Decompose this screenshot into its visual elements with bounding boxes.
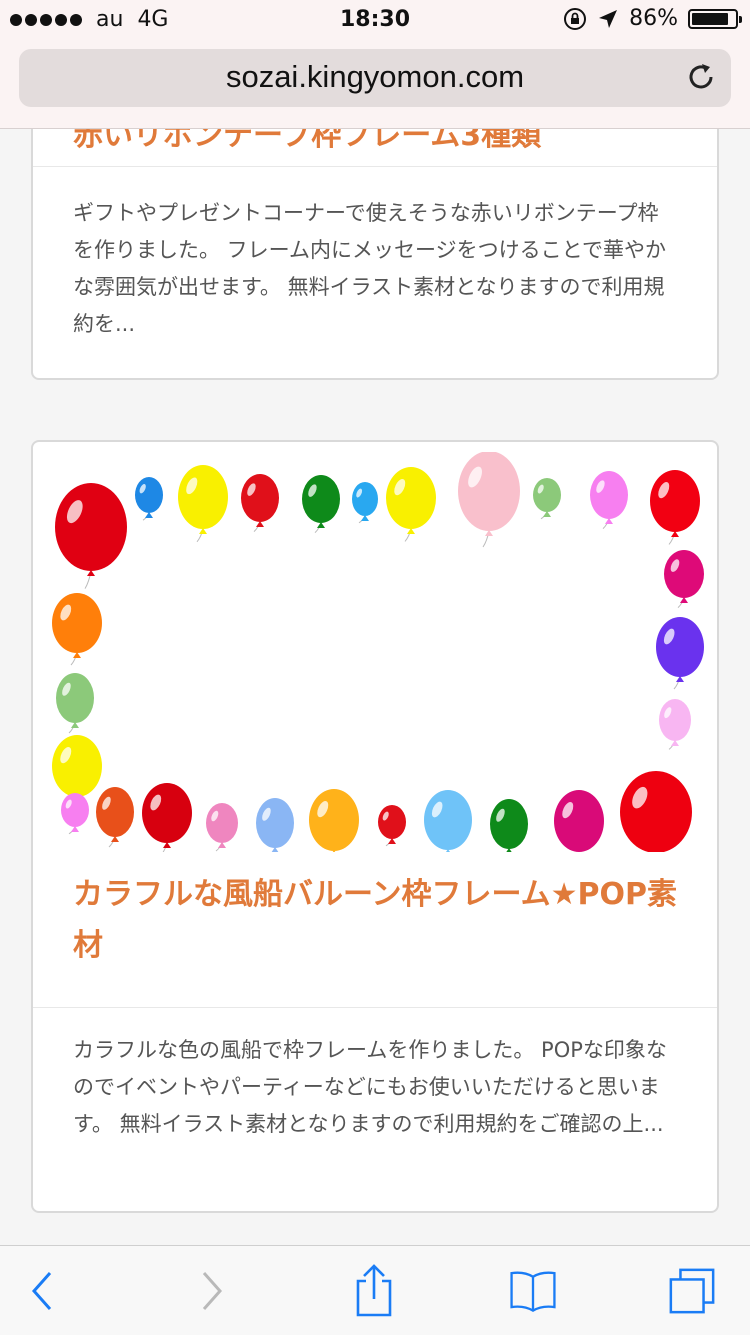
balloon	[378, 805, 406, 847]
battery-icon	[688, 8, 742, 29]
address-bar[interactable]: sozai.kingyomon.com	[19, 49, 731, 107]
balloon	[302, 475, 340, 533]
article-title[interactable]: 赤いリボンテープ枠フレーム3種類	[33, 129, 717, 166]
balloon	[659, 699, 691, 750]
balloon	[386, 467, 436, 542]
balloon	[490, 799, 528, 852]
share-button[interactable]	[349, 1264, 399, 1317]
status-bar: au 4G 18:30 86%	[0, 0, 750, 40]
bookmarks-button[interactable]	[508, 1266, 558, 1316]
balloon	[178, 465, 228, 543]
balloon	[56, 673, 94, 734]
balloon	[241, 474, 279, 532]
balloon	[533, 478, 561, 520]
article-card[interactable]: カラフルな風船バルーン枠フレーム★POP素材 カラフルな色の風船で枠フレームを作…	[31, 440, 719, 1213]
location-arrow-icon	[599, 9, 618, 28]
article-title[interactable]: カラフルな風船バルーン枠フレーム★POP素材	[33, 869, 721, 971]
balloon	[309, 789, 359, 852]
tabs-button[interactable]	[667, 1266, 717, 1316]
battery-percent: 86%	[629, 6, 678, 31]
browser-address-area: sozai.kingyomon.com	[0, 40, 750, 129]
share-icon	[356, 1264, 392, 1317]
balloon-frame-illustration[interactable]	[49, 452, 705, 852]
browser-toolbar	[0, 1245, 750, 1335]
balloon	[554, 790, 604, 852]
balloon	[206, 803, 238, 852]
balloon	[52, 593, 102, 666]
article-excerpt: ギフトやプレゼントコーナーで使えそうな赤いリボンテープ枠を作りました。 フレーム…	[73, 201, 666, 336]
balloon	[135, 477, 163, 521]
back-button[interactable]	[18, 1266, 68, 1316]
back-icon	[31, 1272, 52, 1310]
article-card[interactable]: 赤いリボンテープ枠フレーム3種類 ギフトやプレゼントコーナーで使えそうな赤いリボ…	[31, 129, 719, 380]
balloon	[656, 617, 704, 690]
balloon	[256, 798, 294, 852]
balloon	[458, 452, 520, 548]
balloon	[96, 787, 134, 848]
balloon	[590, 471, 628, 529]
balloon	[55, 483, 127, 589]
balloon	[424, 790, 472, 852]
balloon	[142, 783, 192, 852]
bookmarks-icon	[510, 1271, 556, 1312]
tabs-icon	[669, 1268, 715, 1314]
forward-icon	[202, 1272, 223, 1310]
forward-button[interactable]	[186, 1266, 236, 1316]
balloon	[664, 550, 704, 608]
article-excerpt: カラフルな色の風船で枠フレームを作りました。 POPな印象なのでイベントやパーテ…	[73, 1038, 667, 1136]
balloon	[352, 482, 378, 524]
balloon	[620, 771, 692, 852]
orientation-lock-icon	[564, 7, 587, 30]
balloon	[61, 793, 89, 835]
balloon	[650, 470, 700, 545]
divider	[33, 1007, 717, 1008]
page-content: 赤いリボンテープ枠フレーム3種類 ギフトやプレゼントコーナーで使えそうな赤いリボ…	[0, 129, 750, 1245]
url-text[interactable]: sozai.kingyomon.com	[19, 59, 731, 95]
reload-icon[interactable]	[685, 61, 717, 93]
